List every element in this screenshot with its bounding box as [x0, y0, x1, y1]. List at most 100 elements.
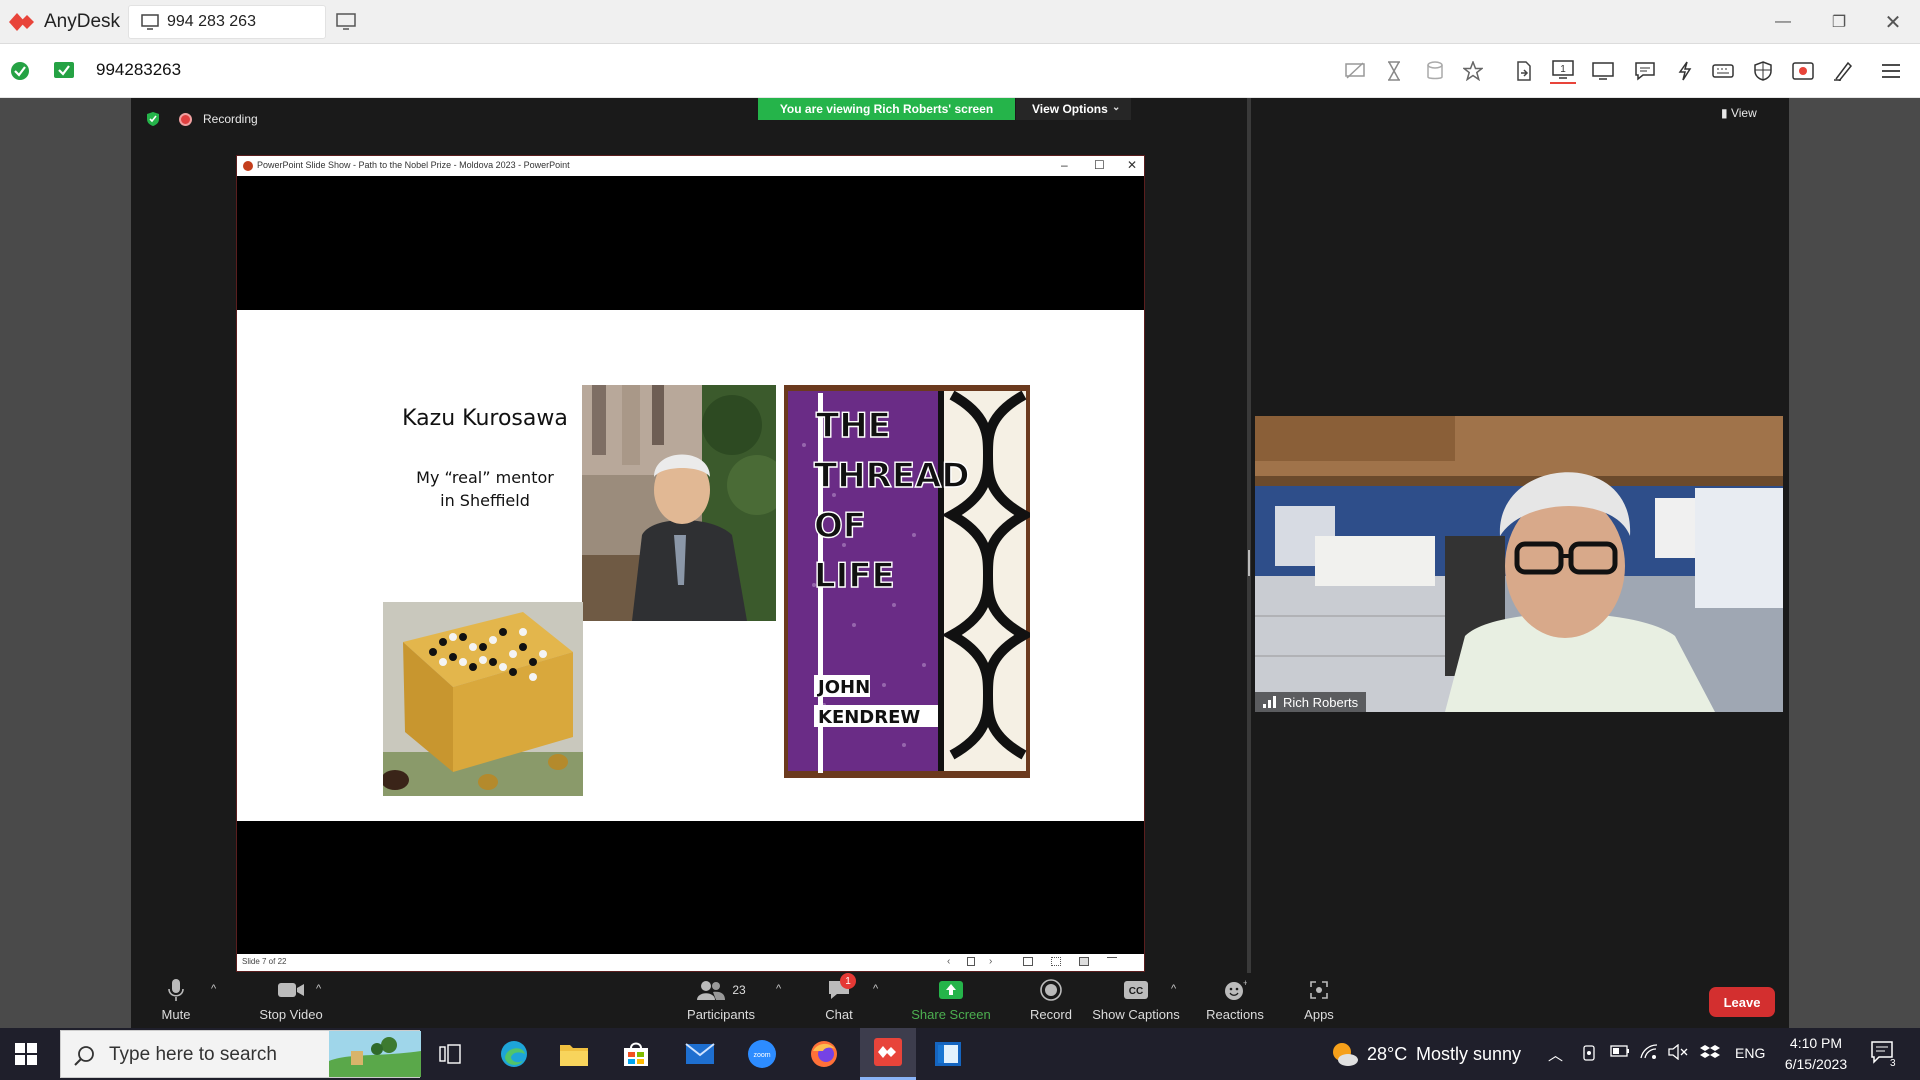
video-options-chevron-icon[interactable]: ^ — [316, 983, 321, 995]
reading-view-icon[interactable] — [1079, 957, 1089, 966]
file-transfer-icon[interactable] — [1511, 58, 1537, 84]
leave-button[interactable]: Leave — [1709, 987, 1775, 1017]
volume-muted-icon[interactable] — [1668, 1044, 1688, 1060]
slide: Kazu Kurosawa My “real” mentor in Sheffi… — [237, 310, 1144, 821]
firefox-icon[interactable] — [806, 1036, 842, 1072]
view-button[interactable]: ▮ View — [1721, 106, 1757, 120]
record-button[interactable]: Record — [1016, 973, 1086, 1028]
input-language[interactable]: ENG — [1735, 1045, 1765, 1061]
ppt-close-button[interactable]: ✕ — [1127, 158, 1137, 172]
anydesk-taskbar-app[interactable] — [860, 1028, 916, 1080]
microsoft-store-icon[interactable] — [618, 1036, 654, 1072]
participant-name-tag: Rich Roberts — [1255, 692, 1367, 712]
session-tab[interactable]: 994 283 263 — [128, 5, 326, 39]
search-placeholder: Type here to search — [109, 1044, 277, 1065]
participants-button[interactable]: 23 Participants — [676, 973, 766, 1028]
remote-desktop-app-icon[interactable] — [930, 1036, 966, 1072]
reactions-button[interactable]: + Reactions — [1197, 973, 1273, 1028]
clock-time[interactable]: 4:10 PM — [1768, 1035, 1864, 1051]
windows-start-icon[interactable] — [14, 1042, 38, 1066]
mail-icon[interactable] — [682, 1036, 718, 1072]
show-hidden-icons-chevron-icon[interactable]: ︿ — [1548, 1044, 1563, 1065]
view-options-button[interactable]: View Options ⌄ — [1016, 98, 1131, 120]
share-screen-button[interactable]: Share Screen — [901, 973, 1001, 1028]
show-captions-button[interactable]: CC Show Captions — [1086, 973, 1186, 1028]
svg-text:CC: CC — [1129, 986, 1143, 997]
panel-divider[interactable] — [1247, 98, 1251, 973]
participant-video[interactable] — [1255, 416, 1783, 712]
grid-view-icon[interactable] — [1051, 957, 1061, 966]
participant-name: Rich Roberts — [1283, 694, 1359, 710]
record-label: Record — [1030, 1007, 1072, 1022]
encryption-shield-icon[interactable] — [146, 111, 160, 127]
network-icon[interactable] — [1640, 1044, 1658, 1060]
anydesk-toolbar: 994283263 1 — [0, 44, 1920, 98]
restore-button[interactable]: ❐ — [1816, 8, 1862, 36]
signal-strength-icon — [1263, 696, 1276, 708]
portrait-photo — [582, 385, 776, 621]
chat-chevron-icon[interactable]: ^ — [873, 983, 878, 995]
powerpoint-statusbar: Slide 7 of 22 ‹ › — [237, 954, 1144, 971]
mute-button[interactable]: Mute — [151, 973, 201, 1028]
normal-view-icon[interactable] — [1023, 957, 1033, 966]
slideshow-view-icon[interactable] — [1107, 957, 1117, 966]
menu-icon[interactable] — [1878, 58, 1904, 84]
powerpoint-logo-icon — [243, 161, 253, 171]
meet-now-icon[interactable] — [1582, 1044, 1598, 1062]
new-session-icon[interactable] — [336, 13, 356, 31]
slide-counter: Slide 7 of 22 — [242, 957, 287, 966]
share-screen-label: Share Screen — [911, 1007, 991, 1022]
task-view-icon[interactable] — [432, 1036, 468, 1072]
close-button[interactable]: ✕ — [1870, 8, 1916, 36]
previous-slide-icon[interactable]: ‹ — [947, 956, 950, 967]
powerpoint-window: PowerPoint Slide Show - Path to the Nobe… — [236, 155, 1145, 972]
database-icon[interactable] — [1422, 58, 1448, 84]
chat-button[interactable]: 1 Chat — [811, 973, 867, 1028]
chat-icon[interactable] — [1632, 58, 1658, 84]
mute-label: Mute — [161, 1007, 191, 1022]
remote-desktop: Recording You are viewing Rich Roberts' … — [0, 98, 1920, 1028]
dropbox-icon[interactable] — [1700, 1044, 1720, 1062]
slide-heading: Kazu Kurosawa — [402, 406, 568, 431]
weather-temperature[interactable]: 28°C — [1367, 1044, 1407, 1065]
zoom-app-icon[interactable]: zoom — [744, 1036, 780, 1072]
ppt-minimize-button[interactable]: – — [1061, 158, 1068, 172]
session-tab-label: 994 283 263 — [167, 13, 256, 30]
record-session-icon[interactable] — [1790, 58, 1816, 84]
show-captions-label: Show Captions — [1092, 1007, 1180, 1022]
clock-date[interactable]: 6/15/2023 — [1768, 1056, 1864, 1072]
hourglass-icon[interactable] — [1381, 58, 1407, 84]
weather-description[interactable]: Mostly sunny — [1416, 1044, 1521, 1065]
favorite-icon[interactable] — [1460, 58, 1486, 84]
privacy-icon[interactable] — [1342, 58, 1368, 84]
keyboard-icon[interactable] — [1710, 58, 1736, 84]
captions-chevron-icon[interactable]: ^ — [1171, 983, 1176, 995]
monitor-select-icon[interactable]: 1 — [1550, 58, 1576, 84]
apps-button[interactable]: Apps — [1291, 973, 1347, 1028]
stop-video-button[interactable]: Stop Video — [241, 973, 341, 1028]
participants-icon: 23 — [696, 977, 746, 1003]
taskbar-search-box[interactable]: Type here to search — [60, 1030, 421, 1078]
slide-sorter-icon[interactable] — [967, 957, 975, 966]
video-camera-icon — [277, 977, 305, 1003]
actions-icon[interactable] — [1672, 58, 1698, 84]
next-slide-icon[interactable]: › — [989, 956, 992, 967]
svg-text:zoom: zoom — [753, 1052, 770, 1059]
anydesk-titlebar: AnyDesk 994 283 263 — ❐ ✕ — [0, 0, 1920, 44]
ppt-maximize-button[interactable]: ☐ — [1094, 158, 1105, 172]
minimize-button[interactable]: — — [1760, 8, 1806, 36]
participants-chevron-icon[interactable]: ^ — [776, 983, 781, 995]
anydesk-logo-icon — [8, 12, 38, 32]
edge-browser-icon[interactable] — [496, 1036, 532, 1072]
go-board-photo — [383, 602, 583, 796]
audio-options-chevron-icon[interactable]: ^ — [211, 983, 216, 995]
whiteboard-pen-icon[interactable] — [1830, 58, 1856, 84]
participants-count: 23 — [732, 983, 746, 997]
divider-grip-icon[interactable] — [1248, 550, 1250, 576]
display-icon[interactable] — [1590, 58, 1616, 84]
file-explorer-icon[interactable] — [556, 1036, 592, 1072]
permission-icon[interactable] — [53, 61, 75, 81]
weather-sunny-icon[interactable] — [1330, 1040, 1360, 1068]
battery-icon[interactable] — [1610, 1044, 1630, 1058]
shield-icon[interactable] — [1750, 58, 1776, 84]
